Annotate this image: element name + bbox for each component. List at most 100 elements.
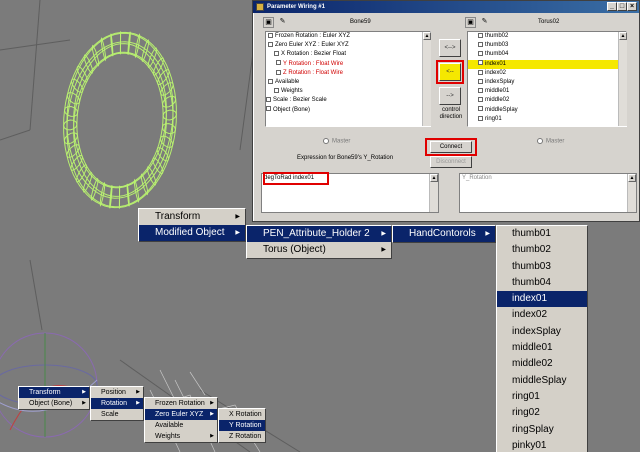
tree-item-label: middle02	[485, 97, 510, 104]
menu-item[interactable]: Transform ▶	[139, 209, 245, 225]
menu-item[interactable]: Available	[145, 420, 217, 431]
tree-checkbox-icon[interactable]	[268, 42, 273, 48]
tree-checkbox-icon[interactable]	[478, 97, 483, 103]
small-context-menu-euler: X Rotation Y Rotation Z Rotation	[218, 408, 266, 443]
menu-item[interactable]: Y Rotation	[219, 420, 265, 431]
menu-item[interactable]: thumb04	[497, 275, 587, 291]
disconnect-button[interactable]: Disconnect	[430, 156, 472, 168]
tree-item[interactable]: Frozen Rotation : Euler XYZ	[266, 32, 430, 41]
right-pick-node-icon[interactable]: ✎	[479, 17, 490, 28]
menu-item[interactable]: HandContorols ▶	[393, 226, 495, 242]
right-pick-node-button[interactable]: ▣	[465, 17, 476, 28]
tree-item[interactable]: indexSplay	[468, 78, 626, 87]
menu-item[interactable]: Weights ▶	[145, 431, 217, 442]
tree-checkbox-icon[interactable]	[478, 42, 483, 48]
right-master-radio[interactable]: Master	[537, 138, 564, 145]
menu-item[interactable]: Position ▶	[91, 387, 143, 398]
menu-item[interactable]: PEN_Attribute_Holder 2 ▶	[247, 226, 391, 242]
menu-item[interactable]: pinky01	[497, 438, 587, 452]
right-expression-scrollbar[interactable]: ▲	[627, 174, 636, 212]
tree-item-label: Y Rotation : Float Wire	[283, 60, 344, 67]
tree-item[interactable]: middle02	[468, 96, 626, 105]
minimize-button[interactable]: _	[607, 2, 617, 11]
tree-item[interactable]: index01	[468, 59, 626, 69]
menu-item[interactable]: middleSplay	[497, 373, 587, 389]
tree-item[interactable]: middleSplay	[468, 106, 626, 115]
menu-item[interactable]: index01	[497, 291, 587, 308]
tree-item[interactable]: Object (Bone)	[266, 106, 430, 115]
menu-item[interactable]: Rotation ▶	[91, 398, 143, 409]
tree-item[interactable]: Y Rotation : Float Wire	[266, 60, 430, 69]
scroll-up-arrow-icon[interactable]: ▲	[619, 32, 627, 40]
menu-item[interactable]: index02	[497, 307, 587, 323]
tree-checkbox-icon[interactable]	[266, 106, 271, 112]
right-arrow-button[interactable]: -->	[439, 87, 461, 105]
left-expression-scrollbar[interactable]: ▲	[429, 174, 438, 212]
menu-item-label: Torus (Object)	[263, 244, 326, 255]
tree-checkbox-icon[interactable]	[478, 51, 483, 57]
menu-item[interactable]: middle01	[497, 340, 587, 356]
scroll-up-arrow-icon[interactable]: ▲	[430, 174, 438, 182]
menu-item[interactable]: indexSplay	[497, 324, 587, 340]
tree-checkbox-icon[interactable]	[478, 60, 483, 66]
menu-item[interactable]: Transform ▶	[19, 387, 89, 398]
tree-checkbox-icon[interactable]	[478, 78, 483, 84]
tree-checkbox-icon[interactable]	[478, 88, 483, 94]
tree-item[interactable]: Weights	[266, 87, 430, 96]
menu-item[interactable]: Z Rotation	[219, 431, 265, 442]
tree-checkbox-icon[interactable]	[274, 51, 279, 57]
left-pick-node-button[interactable]: ▣	[263, 17, 274, 28]
tree-item[interactable]: thumb03	[468, 41, 626, 50]
menu-item[interactable]: ring01	[497, 389, 587, 405]
left-pick-node-icon[interactable]: ✎	[277, 17, 288, 28]
scroll-up-arrow-icon[interactable]: ▲	[628, 174, 636, 182]
left-tree-scrollbar[interactable]: ▲	[422, 32, 431, 126]
tree-checkbox-icon[interactable]	[268, 32, 273, 38]
right-expression-field[interactable]: Y_Rotation	[459, 173, 637, 213]
menu-item[interactable]: middle02	[497, 356, 587, 372]
right-tree-scrollbar[interactable]: ▲	[618, 32, 627, 126]
tree-checkbox-icon[interactable]	[478, 69, 483, 75]
menu-item[interactable]: thumb02	[497, 242, 587, 258]
tree-checkbox-icon[interactable]	[268, 78, 273, 84]
menu-item[interactable]: thumb03	[497, 259, 587, 275]
tree-item[interactable]: index02	[468, 69, 626, 78]
tree-item[interactable]: Z Rotation : Float Wire	[266, 69, 430, 78]
menu-item[interactable]: Object (Bone) ▶	[19, 398, 89, 409]
tree-item[interactable]: Available	[266, 78, 430, 87]
menu-item[interactable]: Zero Euler XYZ ▶	[145, 409, 217, 420]
dialog-titlebar[interactable]: Parameter Wiring #1 _ □ ×	[253, 1, 639, 13]
tree-checkbox-icon[interactable]	[276, 69, 281, 75]
tree-item[interactable]: X Rotation : Bezier Float	[266, 50, 430, 59]
left-parameter-tree[interactable]: Frozen Rotation : Euler XYZ Zero Euler XY…	[265, 31, 431, 127]
two-way-arrow-button[interactable]: <-->	[439, 39, 461, 57]
tree-item[interactable]: middle01	[468, 87, 626, 96]
tree-item[interactable]: thumb04	[468, 50, 626, 59]
tree-item[interactable]: Zero Euler XYZ : Euler XYZ	[266, 41, 430, 50]
context-menu-main: Transform ▶ Modified Object ▶	[138, 208, 246, 242]
tree-item-label: thumb04	[485, 51, 509, 58]
tree-checkbox-icon[interactable]	[274, 88, 279, 94]
tree-checkbox-icon[interactable]	[276, 60, 281, 66]
menu-item[interactable]: Scale	[91, 409, 143, 420]
menu-item[interactable]: ring02	[497, 405, 587, 421]
close-button[interactable]: ×	[627, 2, 637, 11]
tree-item[interactable]: Scale : Bezier Scale	[266, 96, 430, 105]
maximize-button[interactable]: □	[617, 2, 627, 11]
menu-item[interactable]: thumb01	[497, 226, 587, 242]
right-parameter-tree[interactable]: thumb02 thumb03 thumb04 index01 index02 index…	[467, 31, 627, 127]
menu-item[interactable]: Frozen Rotation ▶	[145, 398, 217, 409]
left-master-radio[interactable]: Master	[323, 138, 350, 145]
tree-item[interactable]: thumb02	[468, 32, 626, 41]
menu-item[interactable]: ringSplay	[497, 422, 587, 438]
menu-item[interactable]: Torus (Object) ▶	[247, 242, 391, 258]
menu-item[interactable]: X Rotation	[219, 409, 265, 420]
tree-item[interactable]: ring01	[468, 115, 626, 124]
scroll-up-arrow-icon[interactable]: ▲	[423, 32, 431, 40]
tree-checkbox-icon[interactable]	[266, 97, 271, 103]
tree-checkbox-icon[interactable]	[478, 32, 483, 38]
menu-item[interactable]: Modified Object ▶	[139, 225, 245, 241]
tree-checkbox-icon[interactable]	[478, 106, 483, 112]
bone-sphere-gizmo	[0, 332, 98, 438]
tree-checkbox-icon[interactable]	[478, 115, 483, 121]
